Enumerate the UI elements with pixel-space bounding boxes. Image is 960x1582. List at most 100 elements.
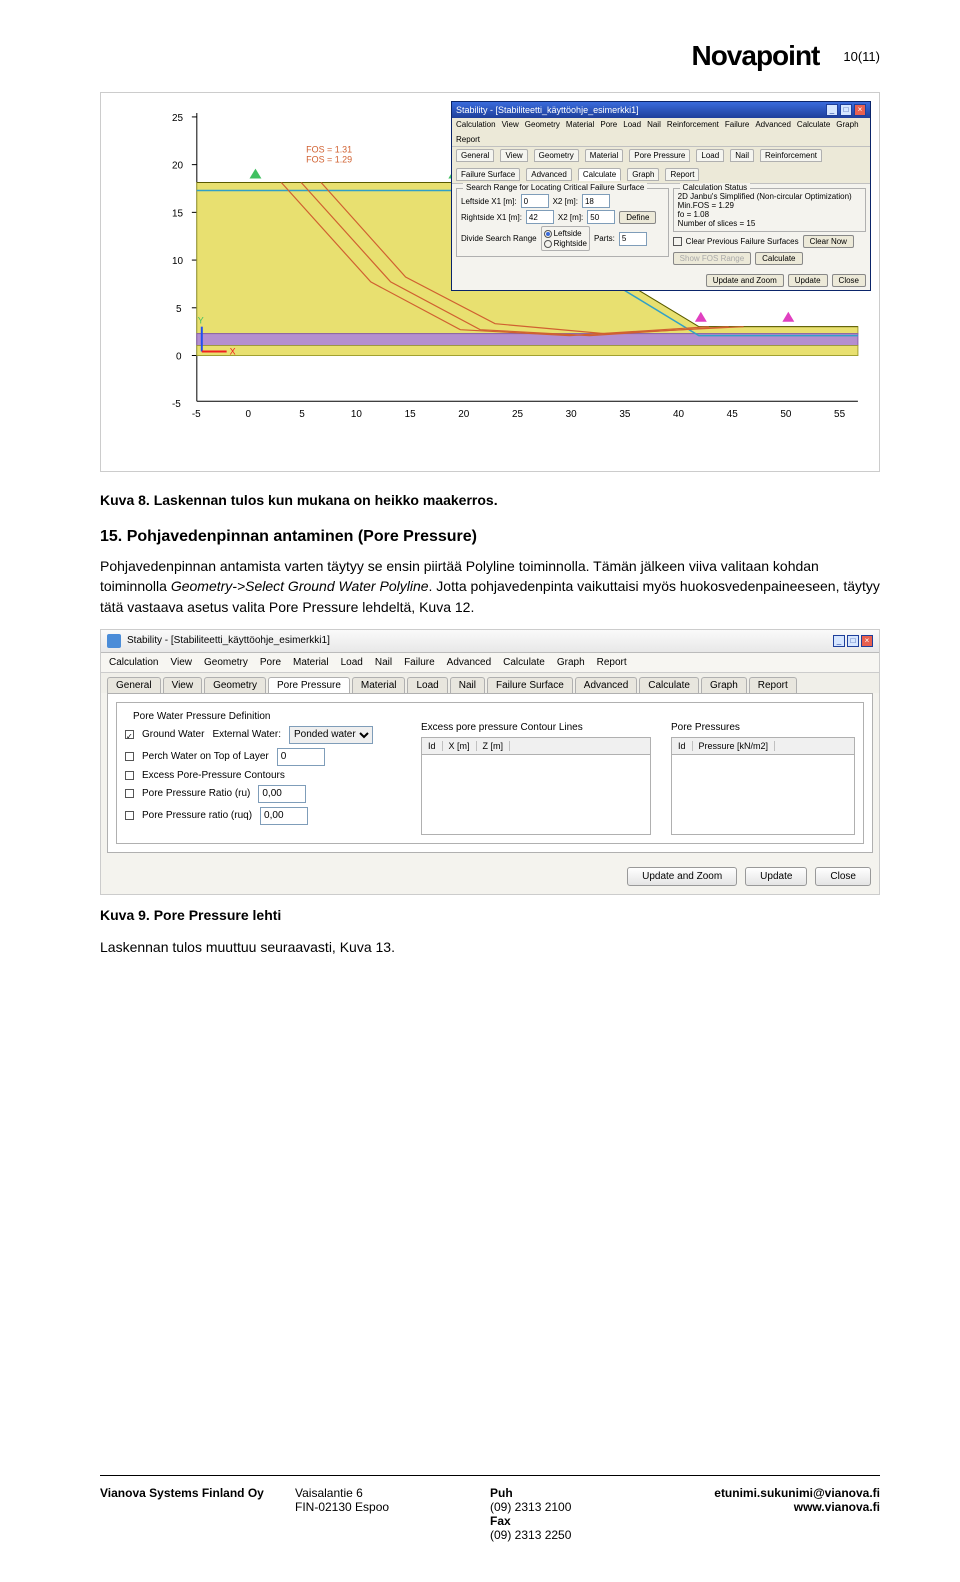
- tab-pore-pressure[interactable]: Pore Pressure: [629, 149, 690, 162]
- menu-item[interactable]: Graph: [557, 657, 585, 668]
- update-button[interactable]: Update: [788, 274, 828, 287]
- menu-item[interactable]: Calculation: [456, 120, 496, 129]
- excess-contours-checkbox[interactable]: [125, 771, 134, 780]
- tab-reinforcement[interactable]: Reinforcement: [760, 149, 822, 162]
- pressure-list-body[interactable]: [671, 755, 855, 835]
- menu-item[interactable]: View: [170, 657, 192, 668]
- tab-view[interactable]: View: [163, 677, 203, 693]
- menu-item[interactable]: Nail: [647, 120, 661, 129]
- excess-contour-lines-label: Excess pore pressure Contour Lines: [421, 722, 651, 733]
- dialog2-tabbar: General View Geometry Pore Pressure Mate…: [101, 673, 879, 693]
- rightside-x1-input[interactable]: [526, 210, 554, 224]
- perch-water-input[interactable]: [277, 748, 325, 766]
- update-zoom-button[interactable]: Update and Zoom: [627, 867, 737, 886]
- footer-addr1: Vaisalantie 6: [295, 1486, 490, 1500]
- menu-item[interactable]: Failure: [725, 120, 749, 129]
- close-button[interactable]: Close: [832, 274, 866, 287]
- menu-item[interactable]: Material: [293, 657, 329, 668]
- tab-advanced[interactable]: Advanced: [526, 168, 572, 181]
- tab-calculate[interactable]: Calculate: [639, 677, 699, 693]
- tab-general[interactable]: General: [456, 149, 494, 162]
- menu-item[interactable]: Nail: [375, 657, 392, 668]
- tab-graph[interactable]: Graph: [701, 677, 747, 693]
- menu-item[interactable]: View: [502, 120, 519, 129]
- minimize-icon[interactable]: _: [826, 104, 838, 116]
- update-zoom-button[interactable]: Update and Zoom: [706, 274, 784, 287]
- menu-item[interactable]: Failure: [404, 657, 435, 668]
- menu-item[interactable]: Reinforcement: [667, 120, 719, 129]
- external-water-select[interactable]: Ponded water: [289, 726, 373, 744]
- tab-nail[interactable]: Nail: [450, 677, 485, 693]
- tab-geometry[interactable]: Geometry: [204, 677, 266, 693]
- perch-water-checkbox[interactable]: [125, 752, 134, 761]
- radio-rightside[interactable]: [544, 240, 552, 248]
- ratio-ru-checkbox[interactable]: [125, 789, 134, 798]
- close-icon[interactable]: ×: [854, 104, 866, 116]
- clear-previous-checkbox[interactable]: [673, 237, 682, 246]
- tab-calculate[interactable]: Calculate: [578, 168, 621, 181]
- tab-general[interactable]: General: [107, 677, 161, 693]
- menu-item[interactable]: Report: [456, 135, 480, 144]
- leftside-x1-input[interactable]: [521, 194, 549, 208]
- ratio-ru-input[interactable]: [258, 785, 306, 803]
- tab-view[interactable]: View: [500, 149, 527, 162]
- tab-material[interactable]: Material: [585, 149, 623, 162]
- clear-now-button[interactable]: Clear Now: [803, 235, 854, 248]
- svg-text:-5: -5: [172, 399, 181, 410]
- menu-item[interactable]: Material: [566, 120, 594, 129]
- menu-item[interactable]: Load: [623, 120, 641, 129]
- tab-report[interactable]: Report: [665, 168, 699, 181]
- tab-load[interactable]: Load: [696, 149, 724, 162]
- menu-item[interactable]: Pore: [260, 657, 281, 668]
- dialog2-titlebar: Stability - [Stabiliteetti_käyttöohje_es…: [101, 630, 879, 653]
- menu-item[interactable]: Advanced: [755, 120, 791, 129]
- tab-material[interactable]: Material: [352, 677, 406, 693]
- contour-list-body[interactable]: [421, 755, 651, 835]
- menu-item[interactable]: Advanced: [447, 657, 491, 668]
- close-icon[interactable]: ×: [861, 635, 873, 647]
- col-header: Z [m]: [477, 741, 511, 751]
- dialog2-title: Stability - [Stabiliteetti_käyttöohje_es…: [127, 635, 330, 646]
- show-fos-range-button[interactable]: Show FOS Range: [673, 252, 751, 265]
- menu-item[interactable]: Calculate: [503, 657, 545, 668]
- parts-input[interactable]: [619, 232, 647, 246]
- close-button[interactable]: Close: [815, 867, 871, 886]
- footer-company: Vianova Systems Finland Oy: [100, 1486, 295, 1500]
- ratio-ruq-input[interactable]: [260, 807, 308, 825]
- tab-geometry[interactable]: Geometry: [534, 149, 579, 162]
- svg-text:FOS = 1.29: FOS = 1.29: [306, 155, 352, 165]
- calculate-button[interactable]: Calculate: [755, 252, 802, 265]
- ground-water-label: Ground Water: [142, 729, 204, 740]
- menu-item[interactable]: Pore: [600, 120, 617, 129]
- menu-item[interactable]: Calculation: [109, 657, 158, 668]
- ground-water-checkbox[interactable]: [125, 730, 134, 739]
- result-paragraph: Laskennan tulos muuttuu seuraavasti, Kuv…: [100, 937, 880, 957]
- menu-item[interactable]: Graph: [836, 120, 858, 129]
- external-water-label: External Water:: [212, 729, 281, 740]
- tab-nail[interactable]: Nail: [730, 149, 754, 162]
- menu-item[interactable]: Geometry: [204, 657, 248, 668]
- maximize-icon[interactable]: □: [847, 635, 859, 647]
- rightside-x2-input[interactable]: [587, 210, 615, 224]
- update-button[interactable]: Update: [745, 867, 807, 886]
- tab-failure-surface[interactable]: Failure Surface: [487, 677, 573, 693]
- tab-report[interactable]: Report: [749, 677, 797, 693]
- menu-item[interactable]: Geometry: [525, 120, 560, 129]
- leftside-x2-input[interactable]: [582, 194, 610, 208]
- tab-graph[interactable]: Graph: [627, 168, 659, 181]
- tab-advanced[interactable]: Advanced: [575, 677, 637, 693]
- maximize-icon[interactable]: □: [840, 104, 852, 116]
- menu-item[interactable]: Load: [341, 657, 363, 668]
- svg-text:25: 25: [172, 113, 184, 124]
- radio-leftside[interactable]: [544, 230, 552, 238]
- novapoint-logo: Novapoint: [691, 40, 819, 72]
- tab-failure-surface[interactable]: Failure Surface: [456, 168, 520, 181]
- menu-item[interactable]: Report: [597, 657, 627, 668]
- define-button[interactable]: Define: [619, 211, 656, 224]
- ratio-ruq-checkbox[interactable]: [125, 811, 134, 820]
- tab-pore-pressure[interactable]: Pore Pressure: [268, 677, 350, 693]
- minimize-icon[interactable]: _: [833, 635, 845, 647]
- document-header: Novapoint 10(11): [100, 40, 880, 72]
- tab-load[interactable]: Load: [407, 677, 447, 693]
- menu-item[interactable]: Calculate: [797, 120, 830, 129]
